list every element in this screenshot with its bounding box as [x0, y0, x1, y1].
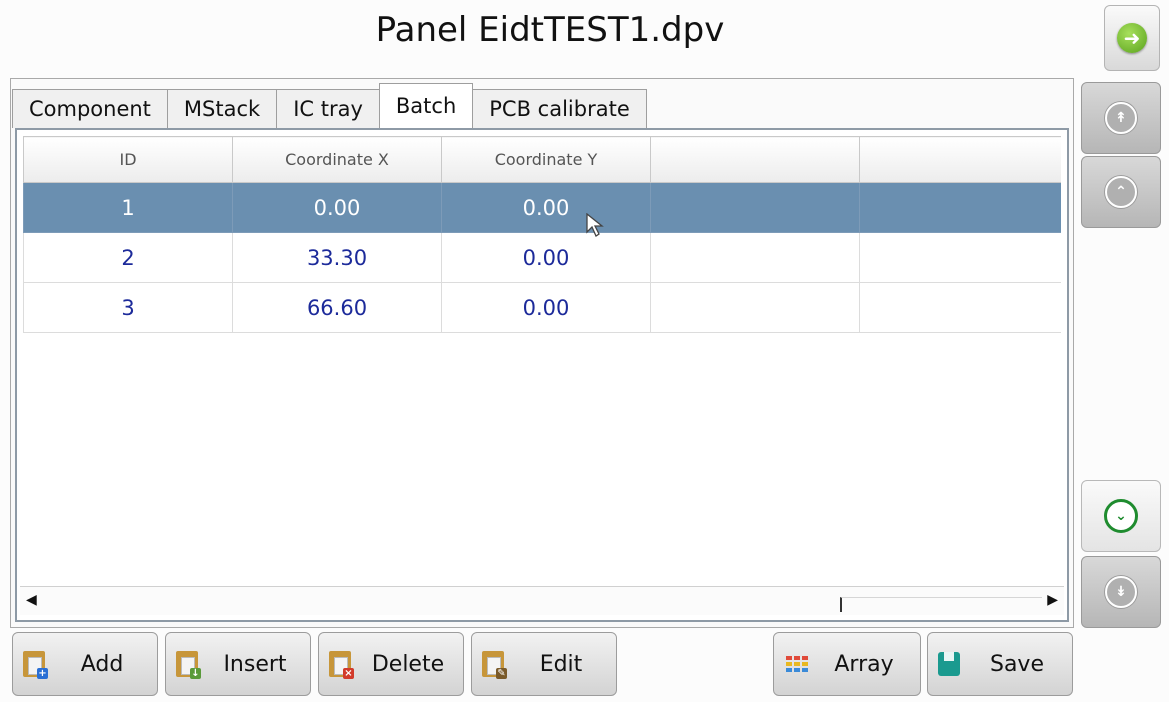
table-header-row: ID Coordinate X Coordinate Y: [23, 136, 1061, 183]
back-arrow-icon: ➜: [1117, 23, 1147, 53]
array-button[interactable]: Array: [773, 632, 921, 696]
scrollbar-thumb[interactable]: [840, 597, 1042, 612]
scroll-first-button[interactable]: ↟: [1081, 82, 1161, 154]
cell-y[interactable]: 0.00: [441, 182, 651, 233]
tab-bar: Component MStack IC tray Batch PCB calib…: [12, 83, 647, 128]
batch-grid: ID Coordinate X Coordinate Y 1 0.00 0.00…: [15, 128, 1069, 622]
cell-x[interactable]: 66.60: [232, 282, 442, 333]
column-header-empty-4: [650, 136, 860, 183]
column-header-coordinate-y[interactable]: Coordinate Y: [441, 136, 651, 183]
cell-empty[interactable]: [859, 182, 1061, 233]
double-chevron-down-icon: ↡: [1105, 576, 1137, 608]
cell-empty[interactable]: [650, 282, 860, 333]
array-grid-icon: [786, 656, 808, 672]
column-header-empty-5: [859, 136, 1061, 183]
save-disk-icon: [938, 652, 960, 676]
cell-x[interactable]: 0.00: [232, 182, 442, 233]
horizontal-scrollbar[interactable]: ◀ ▶: [20, 586, 1064, 615]
edit-icon: ✎: [482, 651, 507, 679]
cell-empty[interactable]: [650, 232, 860, 283]
double-chevron-up-icon: ↟: [1105, 102, 1137, 134]
table-row[interactable]: 3 66.60 0.00: [23, 282, 1061, 333]
scroll-right-icon[interactable]: ▶: [1047, 592, 1058, 608]
tab-batch[interactable]: Batch: [378, 83, 474, 128]
scroll-left-icon[interactable]: ◀: [26, 592, 37, 608]
insert-icon: ↓: [176, 651, 201, 679]
tab-ic-tray[interactable]: IC tray: [276, 89, 380, 128]
cell-id[interactable]: 3: [23, 282, 233, 333]
mouse-cursor-icon: [586, 213, 604, 237]
grid-viewport: ID Coordinate X Coordinate Y 1 0.00 0.00…: [23, 136, 1061, 574]
scroll-down-button[interactable]: ⌄: [1081, 480, 1161, 552]
add-button[interactable]: + Add: [12, 632, 158, 696]
tab-mstack[interactable]: MStack: [166, 89, 278, 128]
batch-table: ID Coordinate X Coordinate Y 1 0.00 0.00…: [23, 136, 1061, 333]
cell-empty[interactable]: [859, 282, 1061, 333]
cell-empty[interactable]: [650, 182, 860, 233]
column-header-id[interactable]: ID: [23, 136, 233, 183]
delete-icon: ×: [329, 651, 354, 679]
add-icon: +: [23, 651, 48, 679]
delete-button[interactable]: × Delete: [318, 632, 464, 696]
tab-component[interactable]: Component: [12, 89, 168, 128]
chevron-down-icon: ⌄: [1104, 499, 1138, 533]
edit-button[interactable]: ✎ Edit: [471, 632, 617, 696]
cell-y[interactable]: 0.00: [441, 232, 651, 283]
cell-x[interactable]: 33.30: [232, 232, 442, 283]
back-button[interactable]: ➜: [1104, 5, 1160, 71]
table-row[interactable]: 1 0.00 0.00: [23, 182, 1061, 233]
cell-id[interactable]: 2: [23, 232, 233, 283]
save-button[interactable]: Save: [927, 632, 1073, 696]
tab-pcb-calibrate[interactable]: PCB calibrate: [472, 89, 647, 128]
scroll-up-button[interactable]: ⌃: [1081, 156, 1161, 228]
page-title: Panel EidtTEST1.dpv: [375, 10, 725, 50]
table-row[interactable]: 2 33.30 0.00: [23, 232, 1061, 283]
cell-id[interactable]: 1: [23, 182, 233, 233]
cell-empty[interactable]: [859, 232, 1061, 283]
scroll-last-button[interactable]: ↡: [1081, 556, 1161, 628]
chevron-up-icon: ⌃: [1105, 176, 1137, 208]
column-header-coordinate-x[interactable]: Coordinate X: [232, 136, 442, 183]
cell-y[interactable]: 0.00: [441, 282, 651, 333]
insert-button[interactable]: ↓ Insert: [165, 632, 311, 696]
